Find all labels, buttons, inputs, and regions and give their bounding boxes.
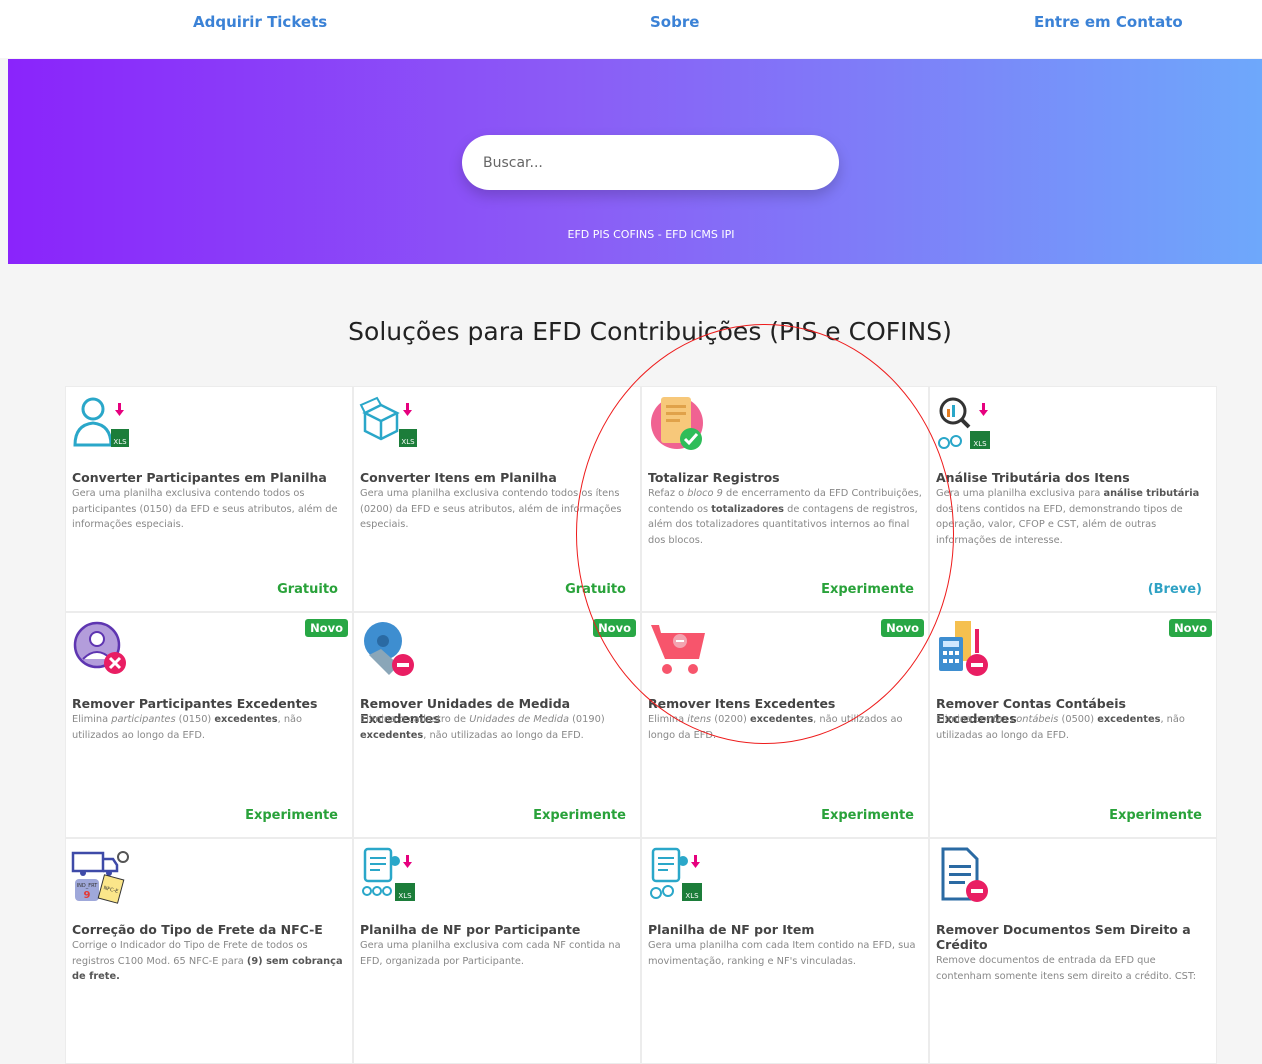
card-title: Planilha de NF por Item <box>648 922 815 937</box>
icon-label-num: 9 <box>84 890 91 901</box>
card-remover-unidades[interactable]: Novo Remover Unidades de Medida Excedent… <box>353 612 641 838</box>
card-title: Totalizar Registros <box>648 470 780 485</box>
card-description: Gera uma planilha exclusiva com cada NF … <box>360 940 621 967</box>
card-description: Gera uma planilha com cada Item contido … <box>648 940 916 967</box>
magnifier-chart-xls-icon: XLS <box>935 393 997 455</box>
new-badge: Novo <box>305 619 348 637</box>
card-title: Converter Itens em Planilha <box>360 470 557 485</box>
card-title: Remover Itens Excedentes <box>648 696 836 711</box>
card-description: Remove documentos de entrada da EFD que … <box>936 955 1197 982</box>
card-title: Converter Participantes em Planilha <box>72 470 327 485</box>
card-totalizar-registros[interactable]: Totalizar Registros Refaz o bloco 9 de e… <box>641 386 929 612</box>
solutions-grid: XLS Converter Participantes em Planilha … <box>65 386 1218 1064</box>
section-title: Soluções para EFD Contribuições (PIS e C… <box>348 317 952 346</box>
nav-link-tickets[interactable]: Adquirir Tickets <box>193 13 327 31</box>
new-badge: Novo <box>1169 619 1212 637</box>
card-description: Elimina participantes (0150) excedentes,… <box>72 714 303 741</box>
xls-label: XLS <box>685 892 699 900</box>
person-remove-icon <box>71 619 133 681</box>
invoice-people-xls-icon: XLS <box>359 845 421 907</box>
card-footer-link[interactable]: Experimente <box>821 808 914 823</box>
card-converter-itens[interactable]: XLS Converter Itens em Planilha Gera uma… <box>353 386 641 612</box>
card-footer-link[interactable]: Experimente <box>821 582 914 597</box>
cart-remove-icon <box>647 619 709 681</box>
card-footer-link[interactable]: (Breve) <box>1148 582 1202 597</box>
card-remover-participantes[interactable]: Novo Remover Participantes Excedentes El… <box>65 612 353 838</box>
card-correcao-frete[interactable]: IND_FRT 9 NFC-E Correção do Tipo de Fret… <box>65 838 353 1064</box>
document-check-icon <box>647 393 709 455</box>
card-description: Elimina itens (0200) excedentes, não uti… <box>648 714 903 741</box>
card-converter-participantes[interactable]: XLS Converter Participantes em Planilha … <box>65 386 353 612</box>
card-remover-itens[interactable]: Novo Remover Itens Excedentes Elimina it… <box>641 612 929 838</box>
card-nf-item[interactable]: XLS Planilha de NF por Item Gera uma pla… <box>641 838 929 1064</box>
card-description: Elimina o cadastro de Unidades de Medida… <box>360 714 605 741</box>
search-input[interactable] <box>462 135 839 190</box>
card-footer-link[interactable]: Experimente <box>533 808 626 823</box>
new-badge: Novo <box>593 619 636 637</box>
xls-label: XLS <box>113 438 127 446</box>
top-navigation: Adquirir Tickets Sobre Entre em Contato <box>0 0 1262 58</box>
card-title: Remover Participantes Excedentes <box>72 696 318 711</box>
card-footer-link[interactable]: Experimente <box>1109 808 1202 823</box>
card-remover-documentos[interactable]: Remover Documentos Sem Direito a Crédito… <box>929 838 1217 1064</box>
document-remove-icon <box>935 845 997 907</box>
truck-nfce-icon: IND_FRT 9 NFC-E <box>71 845 133 907</box>
xls-label: XLS <box>398 892 412 900</box>
card-description: Corrige o Indicador do Tipo de Frete de … <box>72 940 343 982</box>
card-description: Gera uma planilha exclusiva contendo tod… <box>360 488 622 530</box>
card-description: Elimina contas contábeis (0500) excedent… <box>936 714 1185 741</box>
card-remover-contas[interactable]: Novo Remover Contas Contábeis Excedentes… <box>929 612 1217 838</box>
card-nf-participante[interactable]: XLS Planilha de NF por Participante Gera… <box>353 838 641 1064</box>
calculator-remove-icon <box>935 619 997 681</box>
card-footer-link[interactable]: Gratuito <box>565 582 626 597</box>
nav-link-about[interactable]: Sobre <box>650 13 699 31</box>
xls-label: XLS <box>401 438 415 446</box>
card-footer-link[interactable]: Experimente <box>245 808 338 823</box>
icon-label-ind: IND_FRT <box>77 883 99 889</box>
nav-link-contact[interactable]: Entre em Contato <box>1034 13 1183 31</box>
card-title: Correção do Tipo de Frete da NFC-E <box>72 922 323 937</box>
new-badge: Novo <box>881 619 924 637</box>
box-xls-icon: XLS <box>359 393 421 455</box>
hero-subtitle: EFD PIS COFINS - EFD ICMS IPI <box>567 228 735 241</box>
xls-label: XLS <box>973 440 987 448</box>
tape-measure-remove-icon <box>359 619 421 681</box>
card-description: Refaz o bloco 9 de encerramento da EFD C… <box>648 488 922 546</box>
card-title: Análise Tributária dos Itens <box>936 470 1130 485</box>
invoice-items-xls-icon: XLS <box>647 845 709 907</box>
card-title: Remover Documentos Sem Direito a Crédito <box>936 922 1191 952</box>
card-description: Gera uma planilha exclusiva para análise… <box>936 488 1200 546</box>
card-title: Planilha de NF por Participante <box>360 922 581 937</box>
card-footer-link[interactable]: Gratuito <box>277 582 338 597</box>
hero-banner: EFD PIS COFINS - EFD ICMS IPI <box>8 59 1262 264</box>
card-analise-tributaria[interactable]: XLS Análise Tributária dos Itens Gera um… <box>929 386 1217 612</box>
person-xls-icon: XLS <box>71 393 133 455</box>
card-description: Gera uma planilha exclusiva contendo tod… <box>72 488 338 530</box>
